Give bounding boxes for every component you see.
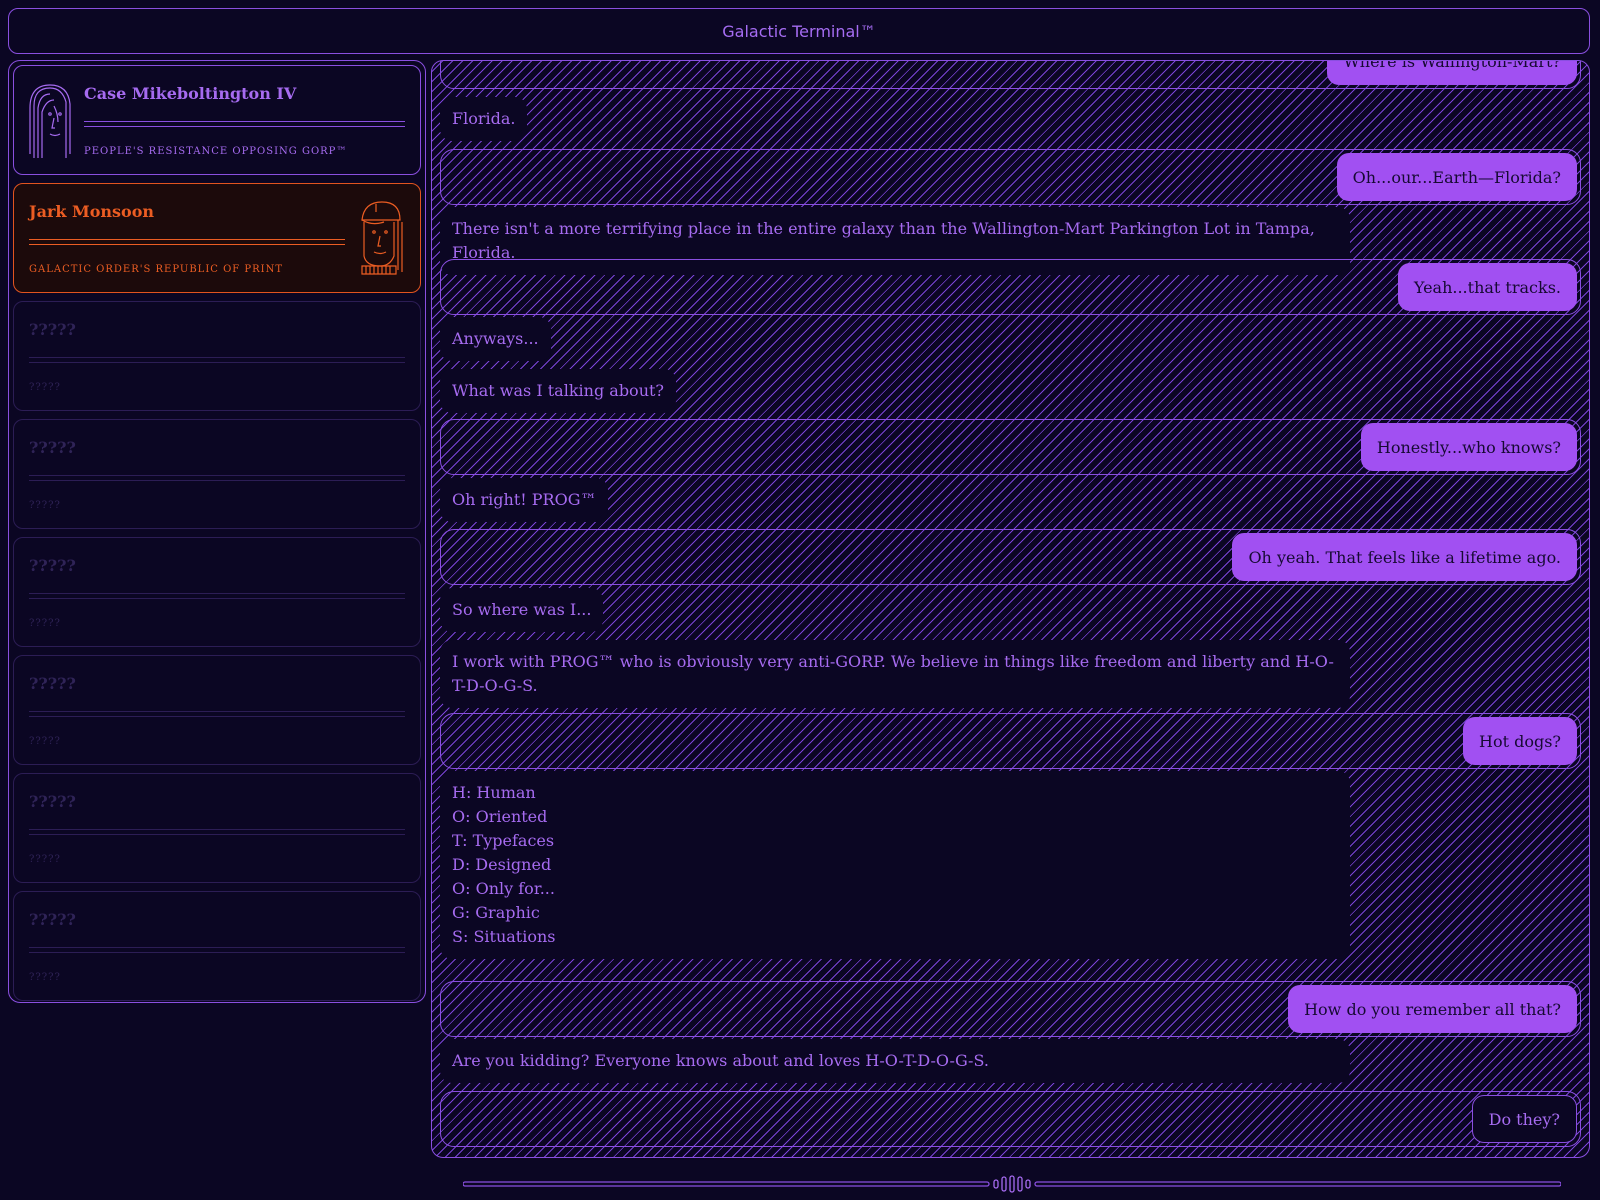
contact-name: ????? [29,438,76,457]
horizontal-scrollbar[interactable] [463,1174,1561,1194]
message-row-incoming: So where was I... [440,588,1581,632]
divider [29,711,405,712]
message-line: S: Situations [452,927,556,946]
divider [29,947,405,948]
divider [84,121,405,122]
message-row-outgoing: Where is Wallington-Mart? [440,61,1581,89]
message-row-outgoing: How do you remember all that? [440,981,1581,1037]
message-row-incoming: Oh right! PROG™ [440,478,1581,522]
contact-card-locked[interactable]: ????? ????? [13,419,421,529]
outgoing-message: Honestly...who knows? [1360,423,1577,471]
contact-org: ????? [29,854,61,865]
incoming-message: Florida. [440,97,528,141]
chat-panel[interactable]: Where is Wallington-Mart? Florida. Oh...… [431,60,1590,1158]
title-bar: Galactic Terminal™ [8,8,1590,54]
contact-card-locked[interactable]: ????? ????? [13,891,421,1001]
contact-org: GALACTIC ORDER'S REPUBLIC OF PRINT [29,264,284,275]
case-portrait-icon [29,84,71,158]
outgoing-message: Where is Wallington-Mart? [1327,61,1577,85]
contact-card-jark[interactable]: Jark Monsoon GALACTIC ORDER'S REPUBLIC O… [13,183,421,293]
divider [29,716,405,717]
divider [84,126,405,127]
incoming-message: I work with PROG™ who is obviously very … [440,640,1350,708]
divider [29,593,405,594]
message-line: T: Typefaces [452,831,555,850]
contact-name: ????? [29,556,76,575]
contact-name: ????? [29,910,76,929]
message-row-incoming: Florida. [440,97,1581,141]
divider [29,952,405,953]
outgoing-message: Oh yeah. That feels like a lifetime ago. [1232,533,1577,581]
message-row-outgoing: Honestly...who knows? [440,419,1581,475]
divider [29,480,405,481]
divider [29,362,405,363]
message-line: O: Only for... [452,879,555,898]
contact-name: ????? [29,320,76,339]
message-row-incoming: I work with PROG™ who is obviously very … [440,640,1581,708]
divider [29,244,345,245]
message-row-incoming: H: Human O: Oriented T: Typefaces D: Des… [440,771,1581,959]
contact-org: ????? [29,382,61,393]
outgoing-message: Yeah...that tracks. [1397,263,1577,311]
outgoing-message: Hot dogs? [1462,717,1577,765]
message-row-outgoing: Do they? [440,1091,1581,1147]
contacts-sidebar: Case Mikeboltington IV PEOPLE'S RESISTAN… [8,60,426,1003]
incoming-message-list: H: Human O: Oriented T: Typefaces D: Des… [440,771,1350,959]
incoming-message: So where was I... [440,588,604,632]
message-row-outgoing: Oh...our...Earth—Florida? [440,149,1581,205]
message-line: D: Designed [452,855,552,874]
outgoing-message: Oh...our...Earth—Florida? [1336,153,1577,201]
incoming-message: Oh right! PROG™ [440,478,609,522]
contact-org: PEOPLE'S RESISTANCE OPPOSING GORP™ [84,146,348,157]
contact-name: Jark Monsoon [29,202,155,221]
window-title: Galactic Terminal™ [722,21,876,41]
contact-card-locked[interactable]: ????? ????? [13,655,421,765]
message-line: O: Oriented [452,807,548,826]
incoming-message: What was I talking about? [440,369,676,413]
contact-org: ????? [29,736,61,747]
contact-card-locked[interactable]: ????? ????? [13,773,421,883]
divider [29,239,345,240]
message-row-incoming: Are you kidding? Everyone knows about an… [440,1039,1581,1083]
incoming-message: Are you kidding? Everyone knows about an… [440,1039,1350,1083]
message-row-incoming: What was I talking about? [440,369,1581,413]
scroll-handle-grip-icon [993,1175,1031,1193]
message-line: G: Graphic [452,903,540,922]
outgoing-message: Do they? [1471,1095,1577,1143]
message-row-outgoing: Oh yeah. That feels like a lifetime ago. [440,529,1581,585]
contact-card-case[interactable]: Case Mikeboltington IV PEOPLE'S RESISTAN… [13,65,421,175]
contact-name: ????? [29,674,76,693]
jark-portrait-icon [361,201,403,275]
divider [29,598,405,599]
contact-name: ????? [29,792,76,811]
divider [29,829,405,830]
divider [29,834,405,835]
message-row-incoming: Anyways... [440,317,1581,361]
divider [29,357,405,358]
message-line: H: Human [452,783,536,802]
contact-name: Case Mikeboltington IV [84,84,297,103]
divider [29,475,405,476]
message-row-outgoing: Hot dogs? [440,713,1581,769]
contact-card-locked[interactable]: ????? ????? [13,301,421,411]
incoming-message: Anyways... [440,317,551,361]
outgoing-message: How do you remember all that? [1288,985,1577,1033]
message-row-outgoing: Yeah...that tracks. [440,259,1581,315]
contact-org: ????? [29,618,61,629]
contact-org: ????? [29,500,61,511]
contact-org: ????? [29,972,61,983]
contact-card-locked[interactable]: ????? ????? [13,537,421,647]
